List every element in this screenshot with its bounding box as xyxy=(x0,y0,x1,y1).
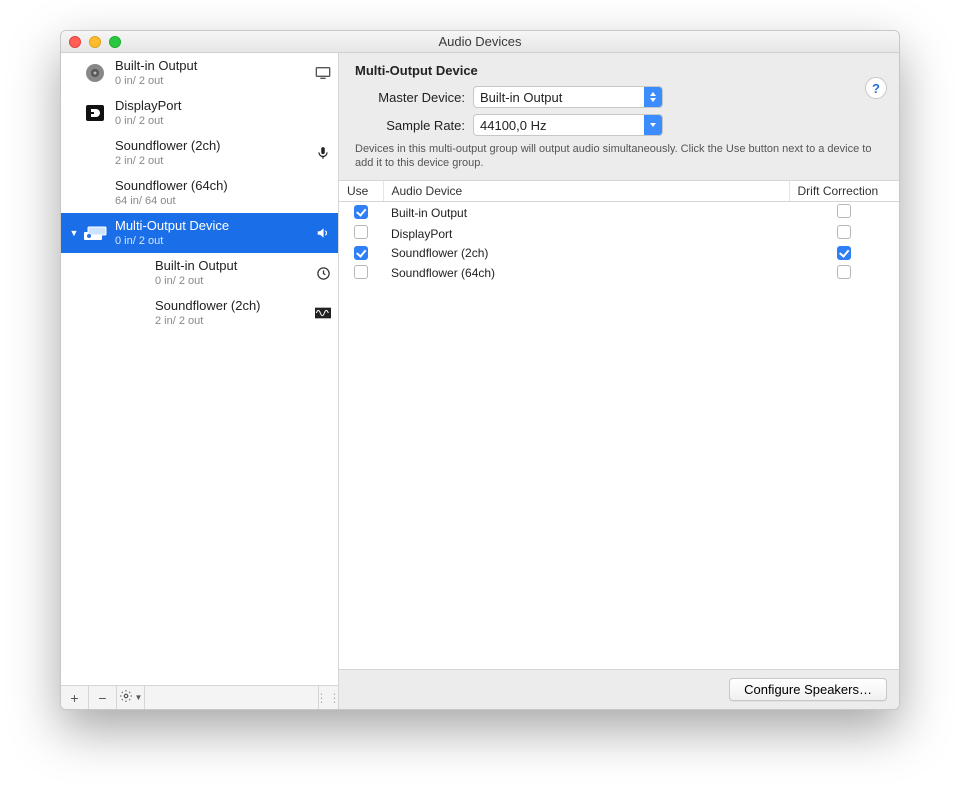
sidebar-device[interactable]: Soundflower (64ch)64 in/ 64 out xyxy=(61,173,338,213)
use-checkbox[interactable] xyxy=(354,225,368,239)
drift-checkbox[interactable] xyxy=(837,265,851,279)
use-checkbox[interactable] xyxy=(354,205,368,219)
sidebar-child-device[interactable]: Soundflower (2ch)2 in/ 2 out xyxy=(61,293,338,333)
device-table: Use Audio Device Drift Correction Built-… xyxy=(339,181,899,284)
remove-device-button[interactable]: − xyxy=(89,686,117,709)
sample-rate-label: Sample Rate: xyxy=(355,118,465,133)
none-icon xyxy=(81,179,109,207)
device-name-label: Soundflower (2ch) xyxy=(115,138,310,154)
zoom-button[interactable] xyxy=(109,36,121,48)
sidebar-device[interactable]: ▼ Multi-Output Device0 in/ 2 out xyxy=(61,213,338,253)
device-name-label: Soundflower (2ch) xyxy=(155,298,310,314)
device-name-label: Soundflower (64ch) xyxy=(115,178,332,194)
add-device-button[interactable]: + xyxy=(61,686,89,709)
blank-icon xyxy=(121,259,149,287)
table-row[interactable]: Built-in Output xyxy=(339,202,899,224)
displayport-icon xyxy=(81,99,109,127)
sidebar-gear-menu[interactable]: ▼ xyxy=(117,686,145,709)
table-row[interactable]: DisplayPort xyxy=(339,223,899,244)
multi-icon xyxy=(81,219,109,247)
monitor-icon xyxy=(314,64,332,82)
device-io-label: 0 in/ 2 out xyxy=(115,74,310,88)
device-name-label: DisplayPort xyxy=(115,98,332,114)
panel-footer: Configure Speakers… xyxy=(339,669,899,709)
microphone-icon xyxy=(314,144,332,162)
audio-device-cell: DisplayPort xyxy=(383,223,789,244)
drift-checkbox[interactable] xyxy=(837,225,851,239)
sample-rate-select[interactable]: 44100,0 Hz xyxy=(473,114,663,136)
chevron-down-icon: ▼ xyxy=(135,693,143,702)
window-title: Audio Devices xyxy=(61,34,899,49)
select-dropdown-icon xyxy=(644,115,662,135)
sidebar-device[interactable]: Built-in Output0 in/ 2 out xyxy=(61,53,338,93)
device-io-label: 64 in/ 64 out xyxy=(115,194,332,208)
device-sidebar: Built-in Output0 in/ 2 outDisplayPort0 i… xyxy=(61,53,339,709)
blank-icon xyxy=(121,299,149,327)
master-device-select[interactable]: Built-in Output xyxy=(473,86,663,108)
drift-checkbox[interactable] xyxy=(837,204,851,218)
wave-icon xyxy=(314,304,332,322)
master-device-label: Master Device: xyxy=(355,90,465,105)
device-panel: ? Multi-Output Device Master Device: Bui… xyxy=(339,53,899,709)
device-io-label: 0 in/ 2 out xyxy=(155,274,310,288)
sidebar-resize-handle[interactable]: ⋮⋮ xyxy=(318,686,338,709)
master-device-value: Built-in Output xyxy=(474,90,644,105)
configure-speakers-button[interactable]: Configure Speakers… xyxy=(729,678,887,701)
device-name-label: Built-in Output xyxy=(115,58,310,74)
minimize-button[interactable] xyxy=(89,36,101,48)
device-io-label: 2 in/ 2 out xyxy=(115,154,310,168)
sample-rate-value: 44100,0 Hz xyxy=(474,118,644,133)
device-table-wrap: Use Audio Device Drift Correction Built-… xyxy=(339,181,899,669)
table-row[interactable]: Soundflower (64ch) xyxy=(339,263,899,284)
panel-note: Devices in this multi-output group will … xyxy=(355,142,875,170)
use-checkbox[interactable] xyxy=(354,265,368,279)
table-row[interactable]: Soundflower (2ch) xyxy=(339,244,899,263)
speaker-icon xyxy=(81,59,109,87)
help-button[interactable]: ? xyxy=(865,77,887,99)
device-io-label: 0 in/ 2 out xyxy=(115,114,332,128)
col-name-header[interactable]: Audio Device xyxy=(383,181,789,202)
clock-icon xyxy=(314,264,332,282)
titlebar[interactable]: Audio Devices xyxy=(61,31,899,53)
use-checkbox[interactable] xyxy=(354,246,368,260)
none-icon xyxy=(81,139,109,167)
traffic-lights xyxy=(61,36,121,48)
sidebar-device[interactable]: DisplayPort0 in/ 2 out xyxy=(61,93,338,133)
col-use-header[interactable]: Use xyxy=(339,181,383,202)
audio-device-cell: Soundflower (64ch) xyxy=(383,263,789,284)
speaker-filled-icon xyxy=(314,224,332,242)
sidebar-child-device[interactable]: Built-in Output0 in/ 2 out xyxy=(61,253,338,293)
device-io-label: 2 in/ 2 out xyxy=(155,314,310,328)
audio-device-cell: Built-in Output xyxy=(383,202,789,224)
audio-midi-window: Audio Devices Built-in Output0 in/ 2 out… xyxy=(60,30,900,710)
col-drift-header[interactable]: Drift Correction xyxy=(789,181,899,202)
device-list[interactable]: Built-in Output0 in/ 2 outDisplayPort0 i… xyxy=(61,53,338,685)
disclosure-triangle-icon[interactable]: ▼ xyxy=(69,228,79,238)
close-button[interactable] xyxy=(69,36,81,48)
drift-checkbox[interactable] xyxy=(837,246,851,260)
sidebar-footer: + − ▼ ⋮⋮ xyxy=(61,685,338,709)
device-name-label: Multi-Output Device xyxy=(115,218,310,234)
audio-device-cell: Soundflower (2ch) xyxy=(383,244,789,263)
sidebar-device[interactable]: Soundflower (2ch)2 in/ 2 out xyxy=(61,133,338,173)
device-name-label: Built-in Output xyxy=(155,258,310,274)
select-stepper-icon xyxy=(644,87,662,107)
device-io-label: 0 in/ 2 out xyxy=(115,234,310,248)
panel-header: ? Multi-Output Device Master Device: Bui… xyxy=(339,53,899,181)
panel-title: Multi-Output Device xyxy=(355,63,883,78)
gear-icon xyxy=(119,689,133,706)
